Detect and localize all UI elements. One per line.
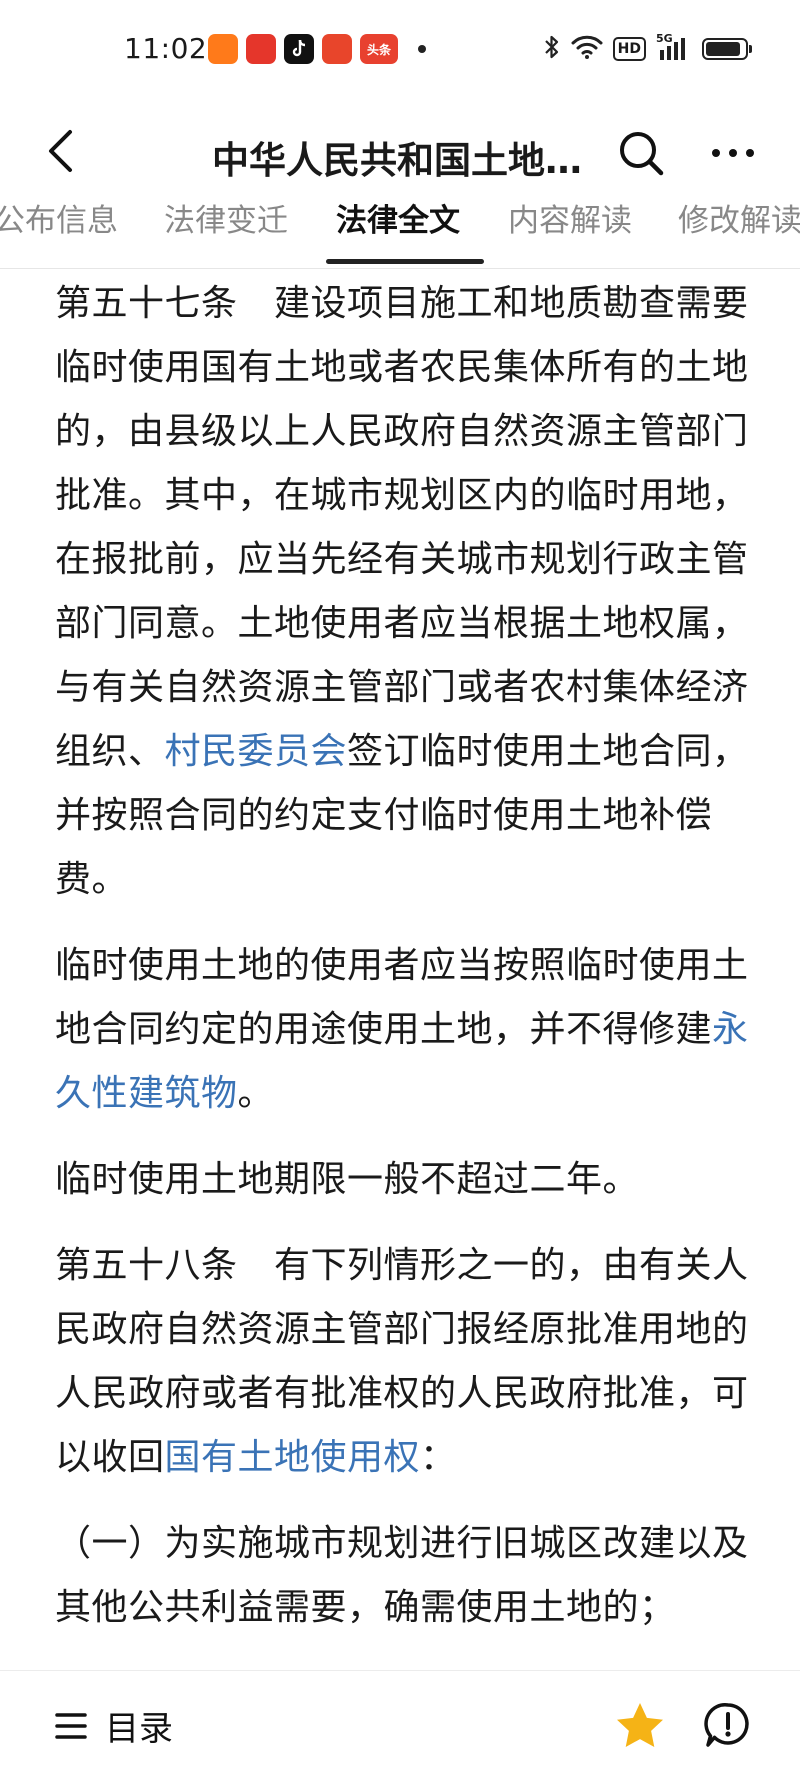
notification-icons: 头条 (208, 34, 426, 64)
status-time: 11:02 (124, 32, 208, 65)
toutiao-icon: 头条 (360, 34, 398, 64)
paragraph-item-1: （一）为实施城市规划进行旧城区改建以及其他公共利益需要，确需使用土地的； (55, 1523, 749, 1628)
paragraph-temporary-use: 临时使用土地的使用者应当按照临时使用土地合同约定的用途使用土地，并不得修建永久性… (55, 945, 749, 1114)
battery-level (706, 42, 741, 56)
more-options-button[interactable] (708, 128, 758, 178)
paragraph-article-57: 第五十七条 建设项目施工和地质勘查需要临时使用国有土地或者农民集体所有的土地的，… (55, 283, 749, 900)
tab-full-text[interactable]: 法律全文 (336, 196, 460, 246)
article-body: 第五十七条 建设项目施工和地质勘查需要临时使用国有土地或者农民集体所有的土地的，… (55, 272, 750, 1662)
chevron-left-icon (49, 130, 72, 172)
more-notifications-dot (418, 45, 426, 53)
tabs-divider (0, 268, 800, 269)
active-tab-indicator (326, 259, 484, 264)
tiktok-icon (284, 34, 314, 64)
star-icon (617, 1703, 663, 1747)
feedback-button[interactable] (700, 1697, 756, 1753)
wifi-icon (571, 35, 603, 63)
shopping-app-icon (322, 34, 352, 64)
table-of-contents-button[interactable]: 目录 (55, 1701, 173, 1750)
more-horizontal-icon (712, 149, 754, 157)
tab-amendment-interpretation[interactable]: 修改解读 (678, 196, 800, 246)
link-state-land-use-right[interactable]: 国有土地使用权 (165, 1437, 421, 1478)
bottom-bar: 目录 (0, 1670, 800, 1779)
feedback-icon (704, 1703, 749, 1747)
battery-icon (702, 38, 752, 60)
map-app-icon (246, 34, 276, 64)
link-villagers-committee[interactable]: 村民委员会 (165, 731, 348, 772)
bluetooth-icon (543, 34, 561, 64)
search-icon (620, 132, 664, 176)
hd-badge: HD (612, 37, 646, 61)
status-bar: 11:02 头条 HD 5G (0, 0, 800, 100)
page-title: 中华人民共和国土地… (212, 139, 582, 182)
notification-app-icon (208, 34, 238, 64)
back-button[interactable] (38, 126, 82, 176)
tab-interpretation[interactable]: 内容解读 (508, 196, 632, 246)
status-indicators: HD 5G (543, 32, 752, 64)
paragraph-article-58: 第五十八条 有下列情形之一的，由有关人民政府自然资源主管部门报经原批准用地的人民… (55, 1245, 749, 1478)
favorite-button[interactable] (612, 1697, 668, 1753)
title-bar: 中华人民共和国土地… (0, 100, 800, 200)
paragraph-term-limit: 临时使用土地期限一般不超过二年。 (55, 1159, 640, 1200)
menu-icon (55, 1712, 87, 1739)
menu-label: 目录 (105, 1709, 173, 1749)
tab-bar: 公布信息 法律变迁 法律全文 内容解读 修改解读 (0, 196, 800, 268)
signal-icon: 5G (656, 32, 692, 62)
tab-publish-info[interactable]: 公布信息 (0, 196, 118, 246)
tab-law-history[interactable]: 法律变迁 (164, 196, 288, 246)
search-button[interactable] (616, 128, 666, 178)
